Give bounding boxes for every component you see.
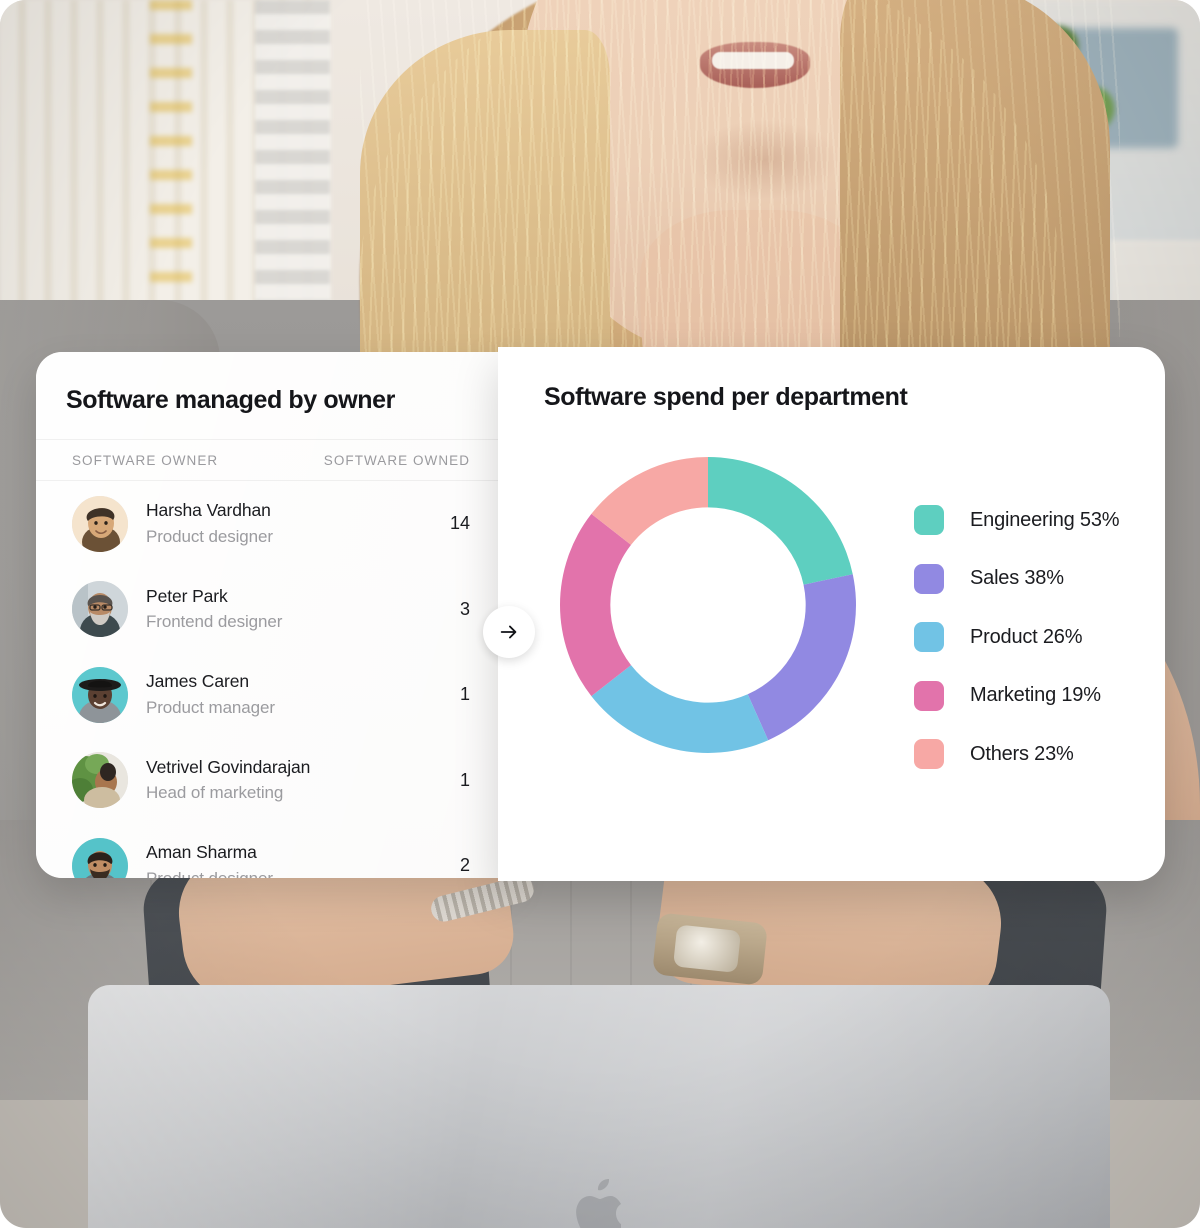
software-spend-per-department-card: Software spend per department Engineerin… [498,347,1165,881]
arrow-right-icon [498,621,520,643]
software-owned-count: 1 [459,684,470,705]
column-header-software-owner: SOFTWARE OWNER [72,452,219,468]
legend-item-product[interactable]: Product 26% [914,608,1119,667]
owner-info: Peter Park Frontend designer [128,584,320,635]
owner-name: Harsha Vardhan [146,500,271,521]
avatar [72,666,128,723]
software-owned-count: 3 [459,598,470,619]
legend-label-product: Product 26% [970,625,1083,648]
avatar [72,495,128,552]
owner-role: Product manager [146,697,275,717]
owner-role: Product designer [146,526,273,546]
chart-legend: Engineering 53% Sales 38% Product 26% Ma… [914,491,1120,784]
table-row[interactable]: Peter Park Frontend designer 3 [36,567,510,653]
owner-role: Head of marketing [146,783,284,803]
table-header-row: SOFTWARE OWNER SOFTWARE OWNED [36,439,510,481]
software-owned-count: 14 [449,513,470,534]
left-card-title: Software managed by owner [66,386,395,414]
next-button[interactable] [483,606,535,658]
legend-item-others[interactable]: Others 23% [914,725,1119,784]
right-card-title: Software spend per department [544,383,908,411]
table-row[interactable]: Aman Sharma Product designer 2 [36,823,510,878]
donut-segment-sales[interactable] [747,574,856,741]
owner-name: Vetrivel Govindarajan [146,756,311,777]
donut-segment-product[interactable] [591,665,769,753]
donut-segment-engineering[interactable] [708,457,853,585]
owner-name: Peter Park [146,585,228,606]
legend-swatch-marketing [914,680,944,711]
donut-segment-marketing[interactable] [560,513,632,697]
donut-chart [558,455,858,755]
software-owned-count: 2 [459,855,470,876]
legend-swatch-others [914,739,944,770]
column-header-software-owned: SOFTWARE OWNED [323,452,470,468]
table-row[interactable]: James Caren Product manager 1 [36,652,510,738]
legend-item-engineering[interactable]: Engineering 53% [914,491,1120,550]
avatar [72,752,128,809]
table-row[interactable]: Harsha Vardhan Product designer 14 [36,481,510,567]
avatar [72,837,128,878]
owner-role: Frontend designer [146,612,283,632]
owner-info: Aman Sharma Product designer [128,840,320,878]
legend-label-others: Others 23% [970,742,1074,765]
legend-label-sales: Sales 38% [970,567,1064,590]
legend-label-marketing: Marketing 19% [970,684,1101,707]
owner-role: Product designer [146,866,320,878]
software-owned-count: 1 [459,769,470,790]
legend-item-sales[interactable]: Sales 38% [914,550,1119,609]
screenshot-stage: Software managed by owner SOFTWARE OWNER… [0,0,1200,1228]
chart-area: Engineering 53% Sales 38% Product 26% Ma… [498,443,1165,881]
table-row[interactable]: Vetrivel Govindarajan Head of marketing … [36,738,510,824]
owner-info: Harsha Vardhan Product designer [128,498,320,549]
owner-name: James Caren [146,671,249,692]
owner-name: Aman Sharma [146,842,257,863]
software-managed-by-owner-card: Software managed by owner SOFTWARE OWNER… [36,352,510,878]
legend-swatch-sales [914,563,944,594]
legend-swatch-product [914,622,944,653]
owner-info: James Caren Product manager [128,669,320,720]
owner-info: Vetrivel Govindarajan Head of marketing [128,755,320,806]
avatar [72,581,128,638]
legend-item-marketing[interactable]: Marketing 19% [914,667,1119,726]
legend-label-engineering: Engineering 53% [970,508,1120,531]
legend-swatch-engineering [914,505,944,536]
